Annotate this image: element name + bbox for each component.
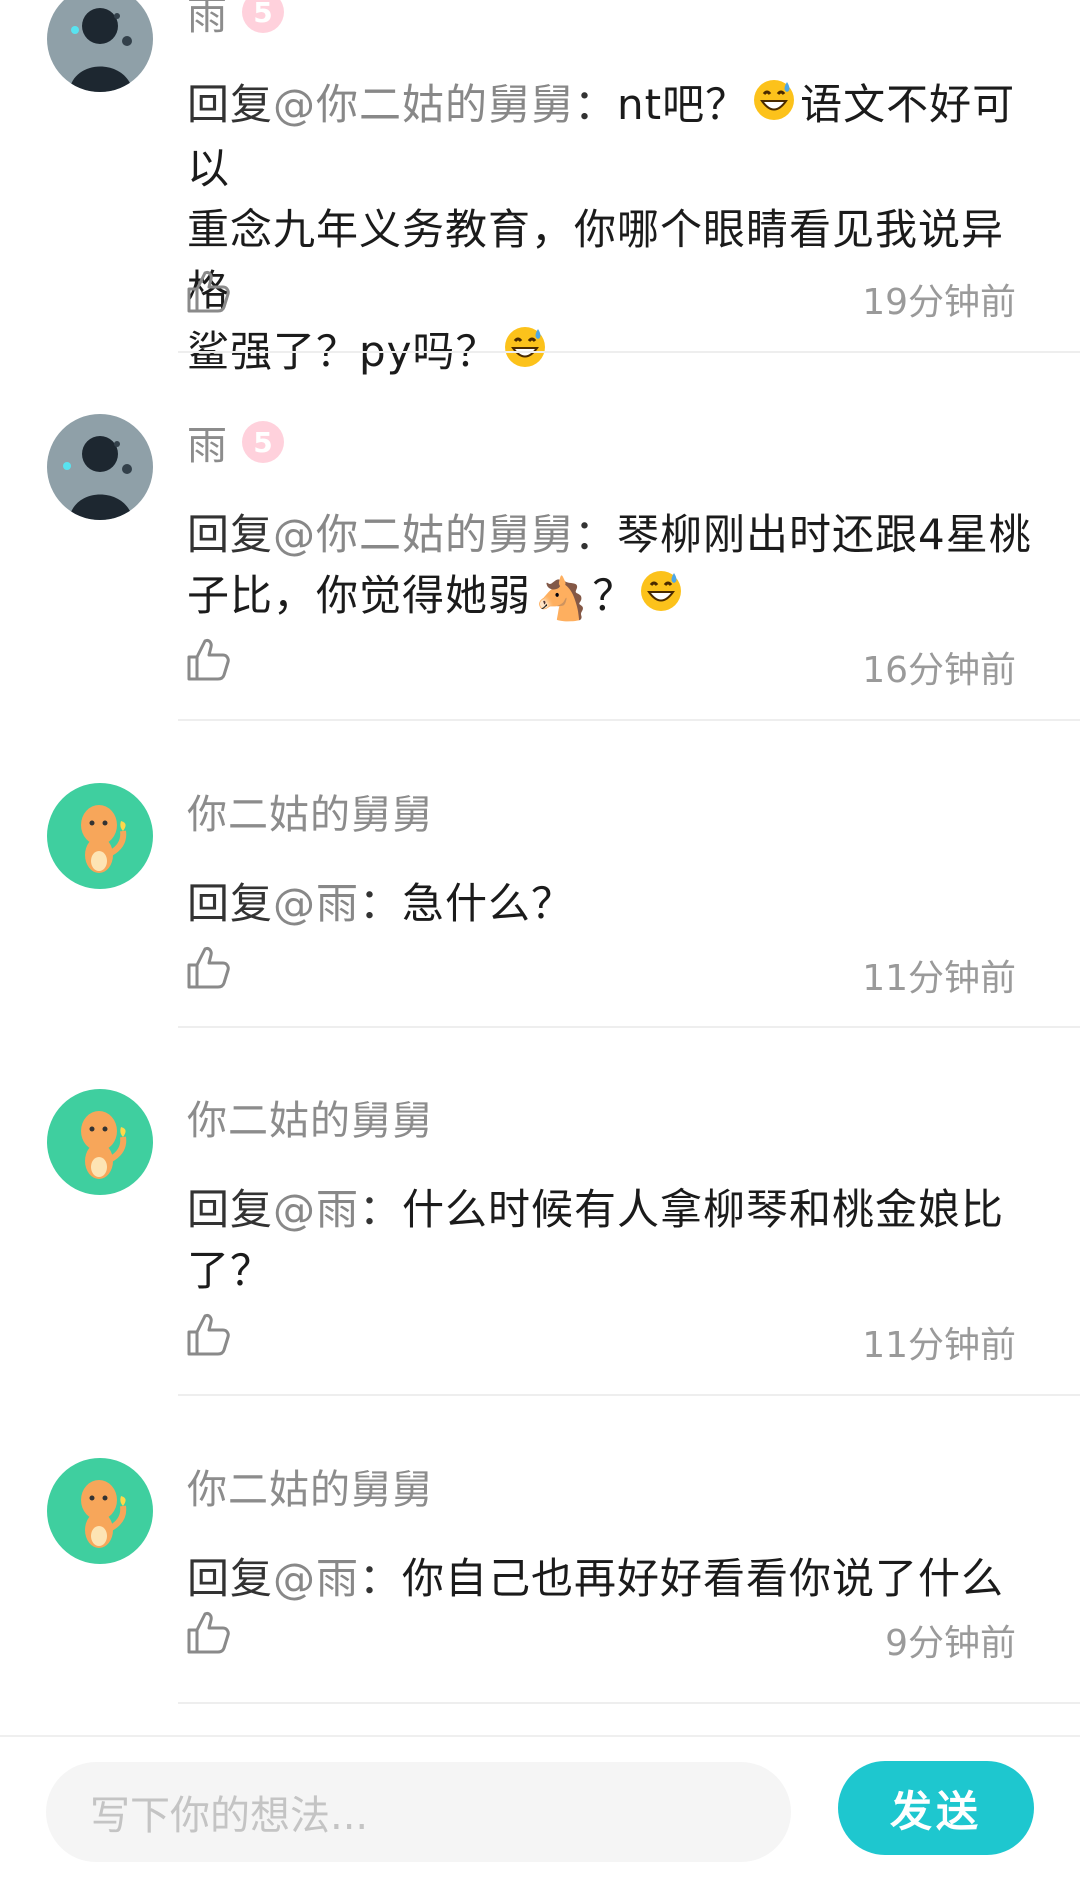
mention-link[interactable]: @雨 — [273, 879, 359, 928]
divider — [178, 1026, 1080, 1028]
mention-link[interactable]: @你二姑的舅舅 — [273, 510, 574, 559]
comment-text: 回复@你二姑的舅舅：琴柳刚出时还跟4星桃 子比，你觉得她弱🐴？ — [187, 504, 1032, 629]
horse-emoji: 🐴 — [535, 574, 589, 623]
user-avatar[interactable] — [47, 1458, 153, 1564]
mention-link[interactable]: @雨 — [273, 1554, 359, 1603]
user-avatar[interactable] — [47, 1089, 153, 1195]
comment-composer: 写下你的想法... 发送 — [0, 1735, 1080, 1885]
divider — [178, 719, 1080, 721]
username[interactable]: 雨 — [187, 413, 228, 471]
comment-text: 回复@雨：什么时候有人拿柳琴和桃金娘比 了？ — [187, 1185, 1005, 1295]
thumbs-up-icon[interactable] — [183, 635, 233, 685]
thumbs-up-icon[interactable] — [183, 1608, 233, 1658]
level-badge-icon: 5 — [242, 421, 284, 463]
username[interactable]: 你二姑的舅舅 — [187, 782, 433, 840]
user-avatar[interactable] — [47, 414, 153, 520]
sweat-smile-emoji — [752, 77, 796, 138]
user-avatar[interactable] — [47, 783, 153, 889]
thumbs-up-icon[interactable] — [183, 267, 233, 317]
comment-time: 11分钟前 — [862, 958, 1016, 999]
divider — [178, 1394, 1080, 1396]
divider — [178, 351, 1080, 353]
mention-link[interactable]: @你二姑的舅舅 — [273, 80, 574, 129]
comment-input-placeholder: 写下你的想法... — [90, 1793, 369, 1839]
comment-feed: 雨 5 回复@你二姑的舅舅：nt吧？ 语文不好可以 重念九年义务教育，你哪个眼睛看… — [0, 0, 1080, 1735]
thumbs-up-icon[interactable] — [183, 943, 233, 993]
user-avatar[interactable] — [47, 0, 153, 92]
comment-time: 19分钟前 — [862, 282, 1016, 323]
comment-time: 16分钟前 — [862, 650, 1016, 691]
comment-text: 回复@雨：你自己也再好好看看你说了什么 — [187, 1554, 1005, 1603]
thumbs-up-icon[interactable] — [183, 1310, 233, 1360]
send-button[interactable]: 发送 — [838, 1761, 1034, 1855]
mention-link[interactable]: @雨 — [273, 1185, 359, 1234]
comment-text: 回复@雨：急什么？ — [187, 879, 575, 928]
comment-time: 9分钟前 — [885, 1623, 1016, 1664]
username[interactable]: 雨 — [187, 0, 228, 41]
divider — [178, 1702, 1080, 1704]
level-badge-icon: 5 — [242, 0, 284, 33]
username[interactable]: 你二姑的舅舅 — [187, 1457, 433, 1515]
username[interactable]: 你二姑的舅舅 — [187, 1088, 433, 1146]
sweat-smile-emoji — [639, 568, 683, 629]
comment-input[interactable]: 写下你的想法... — [46, 1762, 791, 1862]
comment-text: 回复@你二姑的舅舅：nt吧？ 语文不好可以 重念九年义务教育，你哪个眼睛看见我说异… — [187, 74, 1032, 385]
comment-time: 11分钟前 — [862, 1325, 1016, 1366]
sweat-smile-emoji — [503, 324, 547, 385]
